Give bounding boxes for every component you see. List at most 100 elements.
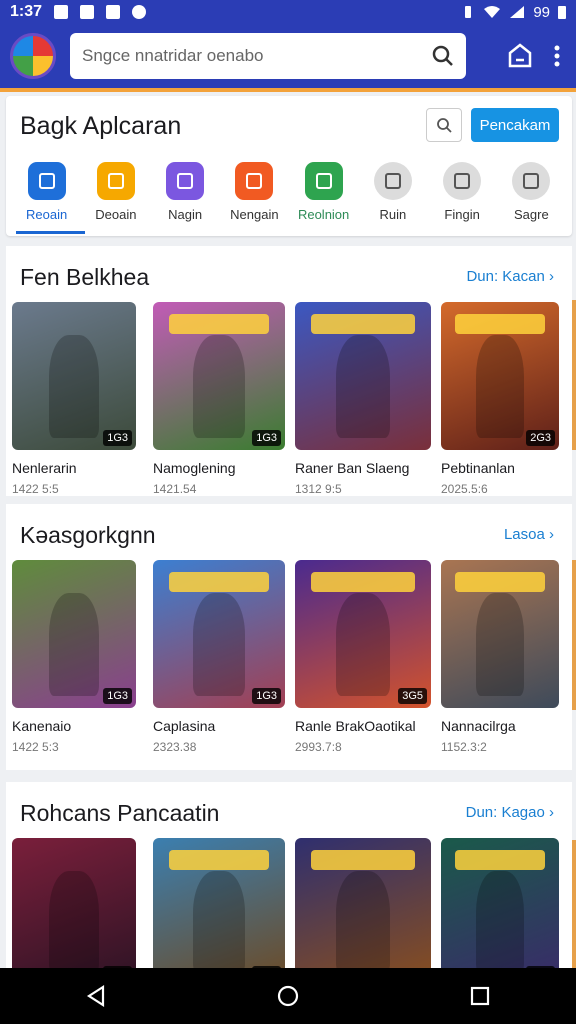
character-art [335,592,391,697]
category-grid[interactable]: Reolnion [289,156,358,234]
docs-icon [27,162,66,200]
character-art [49,592,99,697]
category-play[interactable]: Nengain [220,156,289,234]
chat-icon [166,162,205,200]
home-button[interactable] [258,976,318,1016]
game-card[interactable]: Raner Ban Slaeng 1312 9:5 [295,302,431,496]
back-button[interactable] [66,976,126,1016]
signal-icon [510,6,525,18]
store-icon[interactable] [506,43,534,69]
search-input[interactable]: Sngce nnatridar oenabo [70,33,466,79]
game-meta: 2993.7:8 [295,740,342,754]
category-label: Nengain [230,207,279,222]
game-thumbnail: 1G3 [441,838,559,986]
character-art [335,870,391,975]
title-art [168,849,270,870]
category-dots[interactable]: Sagre [497,156,566,234]
game-name: Raner Ban Slaeng [295,460,410,476]
app-bar: Sngce nnatridar oenabo [0,24,576,92]
category-person[interactable]: Fingin [428,156,497,234]
app-logo[interactable] [10,33,56,79]
game-thumbnail: 1G3 [153,302,285,450]
game-meta: 1312 9:5 [295,482,342,496]
search-icon [437,118,452,133]
character-art [49,870,99,975]
more-vert-icon[interactable] [554,44,560,68]
rating-badge: 3G5 [398,688,427,704]
category-row: Reoain Deoain Nagin Nengain Reolnion Ruin Fing… [6,156,572,234]
game-card[interactable]: Nannacilrga 1152.3:2 [441,560,559,754]
rating-badge: 2G3 [526,430,555,446]
category-docs[interactable]: Reoain [12,156,86,234]
primary-action-button[interactable]: Pencakam [471,108,559,142]
game-card[interactable]: 1G3 Caplasina 2323.38 [153,560,285,754]
status-right: 99 [461,4,566,21]
game-card[interactable] [295,838,431,986]
category-label: Sagre [514,207,549,222]
game-card[interactable]: 3G5 Ranle BrakOaotikal 2993.7:8 [295,560,431,754]
title-art [311,849,415,870]
app-bar-actions [506,43,566,69]
game-card[interactable]: 1G3 [153,838,285,986]
game-name: Nenlerarin [12,460,77,476]
vibrate-icon [465,6,472,18]
section-title: Kəasgorkgnn [20,522,156,548]
search-icon[interactable] [432,45,454,67]
game-card[interactable]: 2G3 Pebtinanlan 2025.5:6 [441,302,559,496]
notification-icon [106,5,121,19]
scroll-edge [572,560,576,710]
character-art [476,334,524,439]
system-nav-bar [0,968,576,1024]
category-gift[interactable]: Deoain [81,156,150,234]
box-icon [373,162,412,200]
notification-icon [80,5,95,19]
categories-card: Bagk Aplcaran Pencakam Reoain Deoain Nagin… [6,96,572,236]
status-time: 1:37 [10,3,43,20]
game-card[interactable]: 1G3 Namoglening 1421.54 [153,302,285,496]
see-more-link[interactable]: Dun: Kacan › [466,268,554,285]
see-more-link[interactable]: Dun: Kagao › [466,804,554,821]
category-box[interactable]: Ruin [358,156,427,234]
game-card[interactable]: 1G3 [441,838,559,986]
category-label: Nagin [168,207,203,222]
section-title: Fen Belkhea [20,264,150,290]
title-art [168,313,270,334]
game-name: Caplasina [153,718,216,734]
game-thumbnail: 1G3 [12,560,136,708]
game-thumbnail: 1G3 [153,560,285,708]
game-name: Nannacilrga [441,718,516,734]
character-art [49,334,99,439]
game-name: Kanenaio [12,718,72,734]
scroll-edge [572,840,576,970]
game-thumbnail: 1G3 [12,838,136,986]
game-meta: 2025.5:6 [441,482,488,496]
battery-icon [558,6,566,19]
recents-button[interactable] [450,976,510,1016]
rating-badge: 1G3 [103,688,132,704]
game-thumbnail: 1G3 [153,838,285,986]
game-name: Ranle BrakOaotikal [295,718,416,734]
game-row: 1G3 Nenlerarin 1422 5:5 1G3 Namoglening 1421.… [12,302,572,502]
see-more-link[interactable]: Lasoa › [504,526,554,543]
game-card[interactable]: 1G3 Nenlerarin 1422 5:5 [12,302,136,496]
filter-search-button[interactable] [426,108,462,142]
rating-badge: 1G3 [103,430,132,446]
game-row: 1G3 Kanenaio 1422 5:3 1G3 Caplasina 2323.38 3G… [12,560,572,760]
notification-icon [54,5,69,19]
play-icon [235,162,274,200]
battery-level: 99 [533,3,550,21]
search-placeholder: Sngce nnatridar oenabo [82,46,264,65]
game-card[interactable]: 1G3 Kanenaio 1422 5:3 [12,560,136,754]
category-label: Deoain [95,207,137,222]
grid-icon [304,162,343,200]
game-meta: 1422 5:5 [12,482,59,496]
category-chat[interactable]: Nagin [151,156,220,234]
category-label: Reoain [26,207,68,222]
title-art [168,571,270,592]
status-bar: 1:37 99 [0,0,576,24]
character-art [476,870,524,975]
title-art [455,313,545,334]
title-art [455,571,545,592]
game-card[interactable]: 1G3 [12,838,136,986]
game-name: Namoglening [153,460,236,476]
